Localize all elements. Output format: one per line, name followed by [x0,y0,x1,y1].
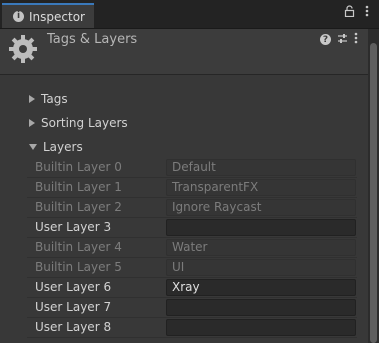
layer-label: Builtin Layer 5 [35,260,122,274]
layer-label: User Layer 3 [35,220,112,234]
foldout-tags[interactable]: Tags [29,90,68,108]
lock-icon[interactable] [344,5,355,21]
layer-name-field: UI [166,259,356,276]
layer-row: Builtin Layer 5 UI [27,258,357,278]
info-icon: i [13,11,24,22]
expanded-arrow-icon [29,144,37,150]
layer-label: Builtin Layer 0 [35,160,122,174]
tab-bar: i Inspector [0,0,379,29]
preset-sliders-icon[interactable] [337,33,348,47]
layer-label: Builtin Layer 2 [35,200,122,214]
layer-name-field: TransparentFX [166,179,356,196]
layer-row: User Layer 3 [27,218,357,238]
inspector-header: Tags & Layers ? [0,29,368,75]
tab-inspector[interactable]: i Inspector [2,3,94,28]
layer-row: Builtin Layer 2 Ignore Raycast [27,198,357,218]
layer-row: Builtin Layer 4 Water [27,238,357,258]
foldout-label: Tags [41,92,68,106]
vertical-scrollbar[interactable] [368,29,379,343]
foldout-sorting-layers[interactable]: Sorting Layers [29,114,128,132]
more-options-icon[interactable] [354,32,358,47]
tab-label: Inspector [29,9,85,24]
layer-name-field[interactable] [166,219,356,236]
layer-name-field[interactable] [166,319,356,336]
foldout-label: Sorting Layers [41,116,128,130]
layer-row: User Layer 8 [27,318,357,338]
help-icon[interactable]: ? [320,34,331,45]
collapsed-arrow-icon [29,95,35,103]
layer-label: Builtin Layer 4 [35,240,122,254]
layer-name-field[interactable]: Xray [166,279,356,296]
more-options-icon[interactable] [365,5,369,21]
foldout-label: Layers [43,140,83,154]
layer-row: Builtin Layer 0 Default [27,158,357,178]
collapsed-arrow-icon [29,119,35,127]
inspector-window: i Inspector Tags & Layers ? Tags Sorting… [0,0,379,343]
foldout-layers[interactable]: Layers [29,138,83,156]
layer-label: User Layer 7 [35,300,112,314]
page-title: Tags & Layers [47,32,138,47]
layer-label: User Layer 8 [35,320,112,334]
layer-row: User Layer 7 [27,298,357,318]
header-actions: ? [320,32,358,47]
scrollbar-thumb[interactable] [370,43,377,343]
layer-row: User Layer 6 Xray [27,278,357,298]
layer-name-field: Water [166,239,356,256]
layer-label: Builtin Layer 1 [35,180,122,194]
layer-name-field: Ignore Raycast [166,199,356,216]
layer-name-field[interactable] [166,299,356,316]
layer-label: User Layer 6 [35,280,112,294]
tab-actions [344,5,369,21]
layer-row: Builtin Layer 1 TransparentFX [27,178,357,198]
layer-name-field: Default [166,159,356,176]
gear-icon [9,35,37,63]
